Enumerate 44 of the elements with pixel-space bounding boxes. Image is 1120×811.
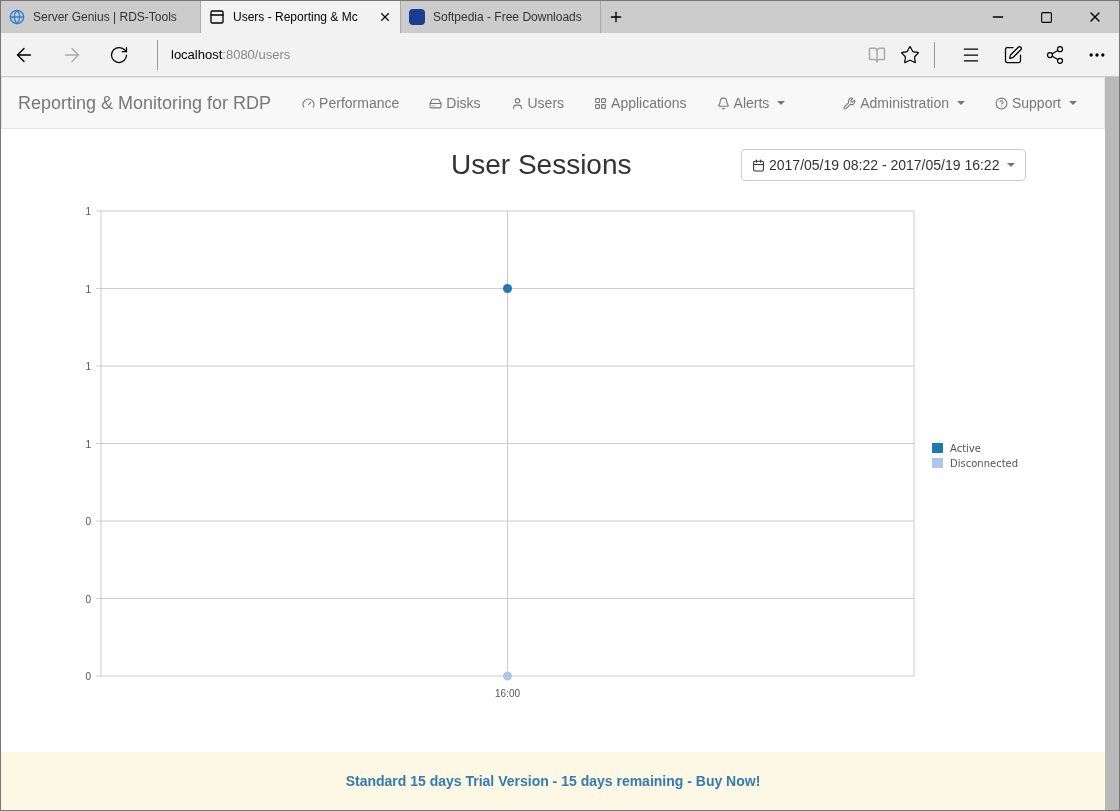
nav-link[interactable]: Users — [495, 92, 580, 114]
hard-drive-icon — [429, 96, 443, 110]
share-icon[interactable] — [1045, 44, 1065, 65]
maximize-icon[interactable] — [1040, 10, 1053, 24]
wrench-icon — [843, 96, 857, 110]
user-icon — [510, 96, 524, 110]
scrollbar[interactable] — [1105, 77, 1119, 810]
legend-label: Active — [950, 443, 981, 454]
gauge-icon — [302, 96, 316, 110]
nav-link[interactable]: Support — [979, 92, 1092, 114]
tab-title: Server Genius | RDS-Tools — [33, 9, 178, 26]
bell-icon — [716, 96, 730, 110]
nav-link[interactable]: Disks — [414, 92, 496, 114]
grid-icon — [594, 96, 608, 110]
browser-tab[interactable]: Users - Reporting & Mc — [201, 1, 401, 33]
y-tick-label: 0 — [85, 516, 91, 527]
note-icon[interactable] — [1003, 44, 1023, 65]
brand-title[interactable]: Reporting & Monitoring for RDP — [18, 89, 272, 117]
page-icon — [209, 9, 225, 25]
x-tick-label: 16:00 — [495, 688, 520, 699]
new-tab-icon[interactable] — [608, 9, 624, 25]
star-icon[interactable] — [900, 44, 920, 65]
question-circle-icon — [994, 96, 1008, 110]
nav-link[interactable]: Applications — [579, 92, 702, 114]
legend-label: Disconnected — [950, 458, 1019, 469]
date-range-button[interactable]: 2017/05/19 08:22 - 2017/05/19 16:22 — [741, 149, 1027, 181]
y-tick-label: 1 — [85, 206, 91, 217]
page-title: User Sessions — [451, 148, 633, 182]
y-tick-label: 0 — [85, 671, 91, 682]
refresh-icon[interactable] — [109, 44, 129, 65]
y-tick-label: 1 — [85, 361, 91, 372]
y-tick-label: 1 — [85, 438, 91, 450]
tab-title: Softpedia - Free Downloads — [433, 9, 583, 26]
close-icon[interactable] — [378, 10, 392, 24]
trial-link[interactable]: Standard 15 days Trial Version - 15 days remaining - Buy Now! — [345, 770, 761, 792]
tab-title: Users - Reporting & Mc — [233, 9, 359, 26]
nav-link[interactable]: Administration — [828, 92, 980, 114]
nav-link[interactable]: Performance — [287, 92, 415, 114]
calendar-icon — [752, 158, 765, 172]
nav-link[interactable]: Alerts — [701, 92, 801, 114]
y-tick-label: 1 — [85, 283, 91, 295]
y-tick-label: 0 — [85, 593, 91, 605]
caret-icon — [1007, 163, 1016, 167]
globe-icon — [9, 9, 25, 25]
